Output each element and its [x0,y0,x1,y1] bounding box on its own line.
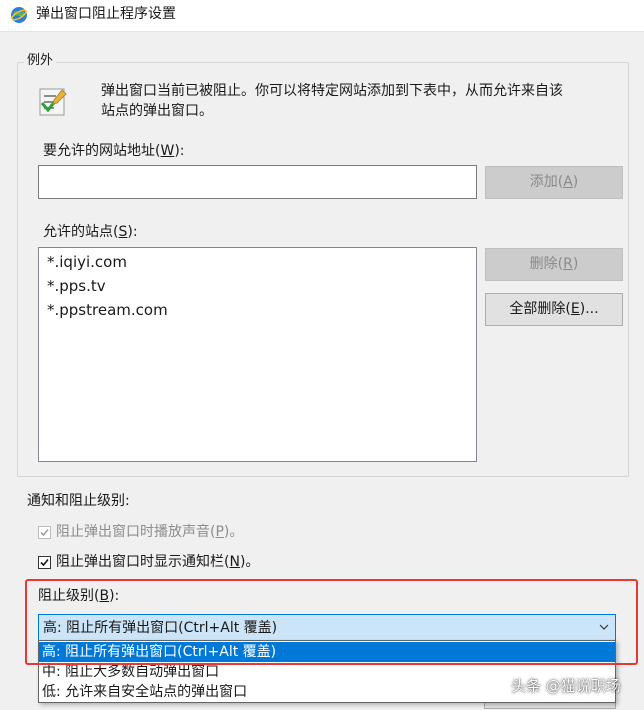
exceptions-description-line1: 弹出窗口当前已被阻止。你可以将特定网站添加到下表中，从而允许来自该 [101,83,563,99]
list-item[interactable]: *.pps.tv [39,274,476,298]
sound-checkbox-label: 阻止弹出窗口时播放声音(P)。 [56,524,244,540]
address-input[interactable] [38,165,477,199]
sound-checkbox[interactable] [38,526,51,539]
add-button[interactable]: 添加(A) [485,166,623,199]
notifications-group-label: 通知和阻止级别: [27,493,130,509]
ie-globe-icon [11,7,27,23]
remove-button[interactable]: 删除(R) [485,248,623,281]
remove-all-button[interactable]: 全部删除(E)... [485,293,623,326]
exceptions-group-label: 例外 [24,53,57,69]
notification-bar-checkbox-label: 阻止弹出窗口时显示通知栏(N)。 [56,554,260,570]
notification-bar-checkbox[interactable] [38,556,51,569]
watermark-text: 头条 @猫说职场 [511,677,621,695]
allowed-sites-list[interactable]: *.iqiyi.com *.pps.tv *.ppstream.com [38,247,477,462]
window-title: 弹出窗口阻止程序设置 [36,6,176,22]
address-label: 要允许的网站地址(W): [43,143,185,159]
list-item[interactable]: *.iqiyi.com [39,250,476,274]
exceptions-description-line2: 站点的弹出窗口。 [101,103,213,119]
list-item[interactable]: *.ppstream.com [39,298,476,322]
checklist-icon [39,88,67,116]
allowed-sites-label: 允许的站点(S): [43,224,138,240]
title-bar: 弹出窗口阻止程序设置 [0,0,644,31]
highlight-annotation [25,579,638,665]
